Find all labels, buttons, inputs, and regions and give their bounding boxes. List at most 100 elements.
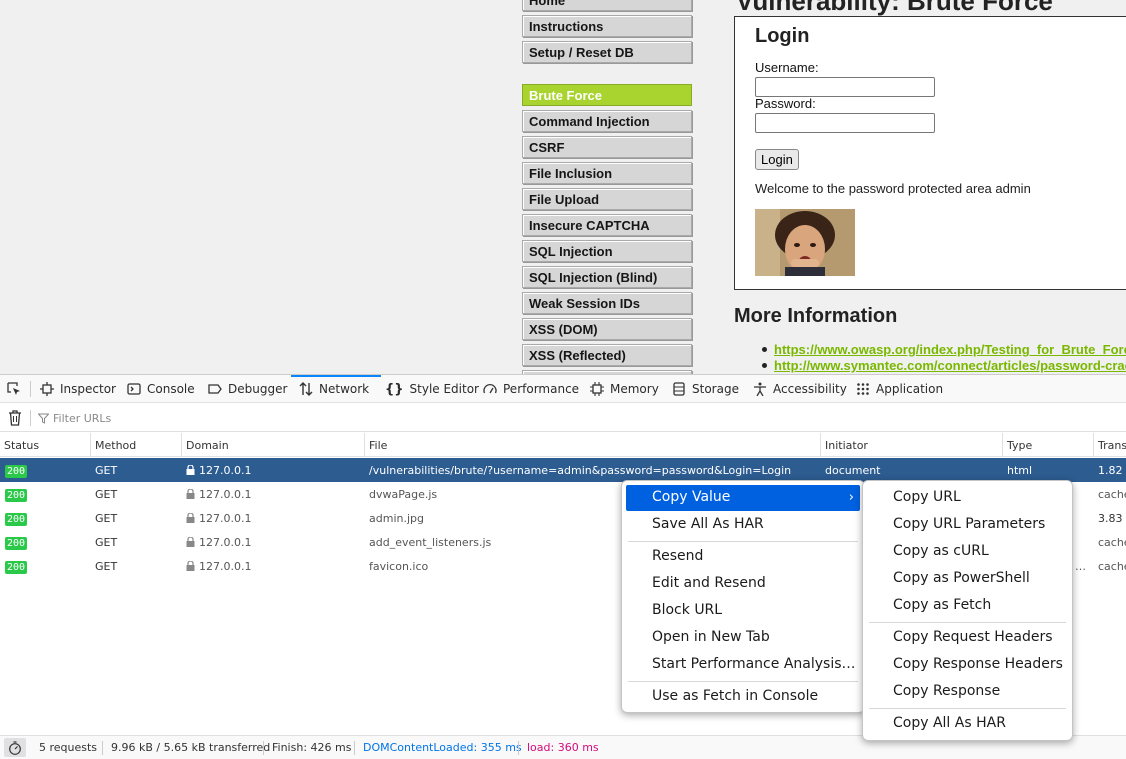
menu-item-label: Start Performance Analysis…: [652, 656, 856, 672]
menu-copy-request-headers[interactable]: Copy Request Headers: [867, 625, 1068, 651]
col-type[interactable]: Type: [1002, 433, 1093, 457]
menu-xss-dom[interactable]: XSS (DOM): [522, 318, 692, 340]
tab-network[interactable]: Network: [290, 375, 382, 403]
status-badge: 200: [5, 465, 28, 478]
tab-inspector[interactable]: Inspector: [40, 375, 116, 403]
password-label: Password:: [755, 96, 816, 111]
tab-memory[interactable]: Memory: [590, 375, 659, 403]
performance-icon: [483, 383, 497, 394]
menu-copy-response-headers[interactable]: Copy Response Headers: [867, 652, 1068, 678]
tab-style-editor[interactable]: {} Style Editor: [385, 375, 479, 403]
tab-debugger[interactable]: Debugger: [208, 375, 287, 403]
menu-home[interactable]: Home: [522, 0, 692, 11]
tab-label: Accessibility: [773, 382, 847, 396]
menu-copy-as-fetch[interactable]: Copy as Fetch: [867, 593, 1068, 619]
tab-label: Debugger: [228, 382, 288, 396]
dom-content-loaded-time: DOMContentLoaded: 355 ms: [363, 741, 522, 754]
menu-command-injection[interactable]: Command Injection: [522, 110, 692, 132]
tab-console[interactable]: Console: [127, 375, 195, 403]
status-cell: 200: [0, 482, 90, 506]
transferred-cell: 3.83 k: [1098, 512, 1126, 525]
info-link-symantec[interactable]: http://www.symantec.com/connect/articles…: [774, 358, 1126, 373]
menu-setup-reset-db[interactable]: Setup / Reset DB: [522, 41, 692, 63]
login-button[interactable]: Login: [755, 149, 799, 170]
menu-item-label: Open in New Tab: [652, 629, 770, 645]
menu-file-inclusion[interactable]: File Inclusion: [522, 162, 692, 184]
menu-instructions[interactable]: Instructions: [522, 15, 692, 37]
domain-text: 127.0.0.1: [199, 536, 252, 549]
menu-item-label: Copy URL Parameters: [893, 516, 1046, 532]
menu-resend[interactable]: Resend: [626, 544, 860, 570]
menu-brute-force[interactable]: Brute Force: [522, 84, 692, 106]
memory-icon: [590, 382, 604, 396]
col-domain[interactable]: Domain: [181, 433, 364, 457]
performance-analysis-button[interactable]: [4, 738, 26, 757]
col-status[interactable]: Status: [0, 433, 90, 457]
menu-copy-url[interactable]: Copy URL: [867, 485, 1068, 511]
chevron-right-icon: ›: [848, 490, 854, 505]
transferred-cell: cache: [1098, 560, 1126, 573]
menu-insecure-captcha[interactable]: Insecure CAPTCHA: [522, 214, 692, 236]
col-file[interactable]: File: [364, 433, 820, 457]
username-input[interactable]: [755, 77, 935, 97]
menu-start-performance-analysis[interactable]: Start Performance Analysis…: [626, 652, 860, 678]
domain-cell: 127.0.0.1: [181, 482, 364, 506]
menu-copy-as-powershell[interactable]: Copy as PowerShell: [867, 566, 1068, 592]
tab-accessibility[interactable]: Accessibility: [753, 375, 847, 403]
menu-copy-value[interactable]: Copy Value ›: [626, 485, 860, 511]
login-title: Login: [755, 25, 810, 47]
menu-item-label: Copy All As HAR: [893, 715, 1006, 731]
tab-performance[interactable]: Performance: [483, 375, 579, 403]
tab-label: Console: [147, 382, 195, 396]
method-cell: GET: [95, 560, 118, 573]
web-page: Home Instructions Setup / Reset DB Brute…: [0, 0, 1126, 374]
status-badge: 200: [5, 489, 28, 502]
menu-sql-injection-blind[interactable]: SQL Injection (Blind): [522, 266, 692, 288]
more-info-heading: More Information: [734, 305, 898, 327]
menu-edit-and-resend[interactable]: Edit and Resend: [626, 571, 860, 597]
domain-text: 127.0.0.1: [199, 488, 252, 501]
menu-copy-as-curl[interactable]: Copy as cURL: [867, 539, 1068, 565]
request-context-menu: Copy Value › Save All As HAR Resend Edit…: [621, 480, 865, 713]
col-initiator[interactable]: Initiator: [820, 433, 1002, 457]
menu-copy-response[interactable]: Copy Response: [867, 679, 1068, 705]
filter-icon: [38, 413, 49, 424]
menu-csrf[interactable]: CSRF: [522, 136, 692, 158]
menu-xss-reflected[interactable]: XSS (Reflected): [522, 344, 692, 366]
copy-value-submenu: Copy URL Copy URL Parameters Copy as cUR…: [862, 480, 1073, 741]
col-method[interactable]: Method: [90, 433, 181, 457]
filter-urls-input[interactable]: Filter URLs: [38, 408, 638, 428]
menu-item-label: Copy URL: [893, 489, 961, 505]
method-cell: GET: [95, 536, 118, 549]
menu-separator: [869, 622, 1066, 623]
menu-copy-all-as-har[interactable]: Copy All As HAR: [867, 711, 1068, 737]
tab-label: Storage: [692, 382, 739, 396]
menu-item-label: Block URL: [652, 602, 723, 618]
menu-use-as-fetch-in-console[interactable]: Use as Fetch in Console: [626, 684, 860, 710]
menu-open-in-new-tab[interactable]: Open in New Tab: [626, 625, 860, 651]
menu-weak-session-ids[interactable]: Weak Session IDs: [522, 292, 692, 314]
tab-application[interactable]: Application: [856, 375, 943, 403]
menu-copy-url-parameters[interactable]: Copy URL Parameters: [867, 512, 1068, 538]
type-cell: …: [1075, 560, 1086, 573]
requests-table-header: Status Method Domain File Initiator Type…: [0, 433, 1126, 457]
element-picker-button[interactable]: [7, 375, 21, 403]
menu-save-all-as-har[interactable]: Save All As HAR: [626, 512, 860, 538]
password-input[interactable]: [755, 113, 935, 133]
menu-block-url[interactable]: Block URL: [626, 598, 860, 624]
request-row[interactable]: 200 GET 127.0.0.1 /vulnerabilities/brute…: [0, 458, 1126, 482]
menu-sql-injection[interactable]: SQL Injection: [522, 240, 692, 262]
info-link-owasp[interactable]: https://www.owasp.org/index.php/Testing_…: [774, 342, 1126, 357]
tab-storage[interactable]: Storage: [672, 375, 739, 403]
method-cell: GET: [95, 464, 118, 477]
menu-file-upload[interactable]: File Upload: [522, 188, 692, 210]
clear-trash-icon[interactable]: [8, 410, 22, 426]
transferred-cell: 1.82 k: [1098, 464, 1126, 477]
menu-separator: [628, 541, 858, 542]
type-cell: html: [1007, 464, 1033, 477]
page-title: Vulnerability: Brute Force: [736, 0, 1053, 16]
braces-icon: {}: [385, 381, 404, 397]
lock-icon: [186, 489, 195, 499]
col-transferred[interactable]: Trans: [1093, 433, 1126, 457]
menu-item-label: Copy Response Headers: [893, 656, 1063, 672]
